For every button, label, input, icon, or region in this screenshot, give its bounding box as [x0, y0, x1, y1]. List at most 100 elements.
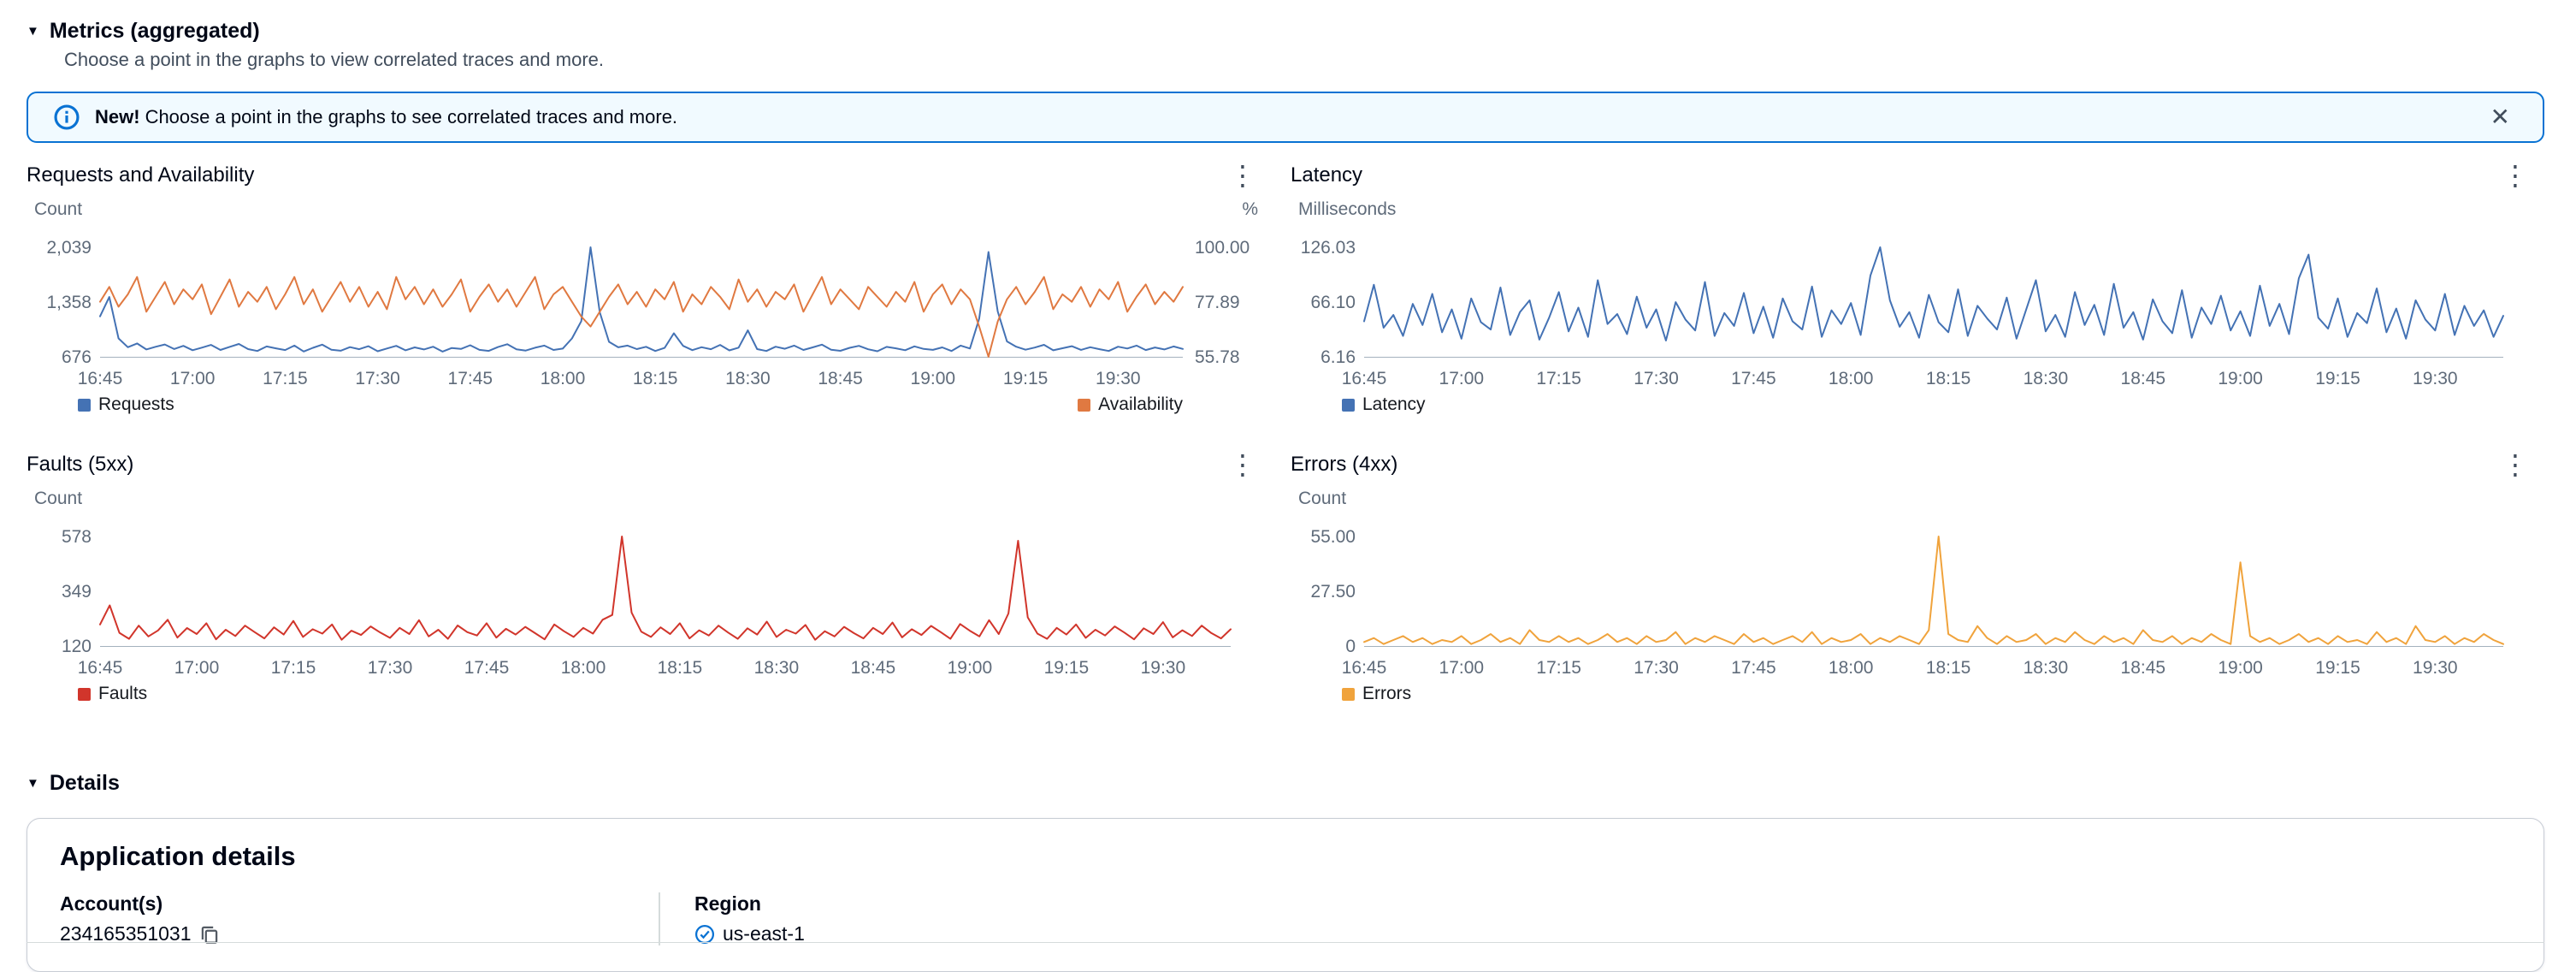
banner-text-bold: New! [95, 106, 140, 127]
legend-item-errors[interactable]: Errors [1342, 684, 1411, 704]
check-circle-icon [694, 924, 715, 945]
svg-text:18:15: 18:15 [1926, 369, 1971, 388]
svg-text:18:00: 18:00 [561, 658, 606, 678]
svg-text:120: 120 [62, 637, 92, 656]
copy-icon[interactable] [199, 924, 220, 945]
legend-label-requests: Requests [98, 394, 174, 415]
kebab-menu-icon[interactable]: ⋮ [2493, 162, 2538, 189]
svg-text:55.00: 55.00 [1310, 527, 1356, 547]
svg-text:676: 676 [62, 347, 92, 367]
account-label: Account(s) [60, 892, 659, 916]
svg-text:18:30: 18:30 [2024, 658, 2069, 678]
kebab-menu-icon[interactable]: ⋮ [1220, 162, 1265, 189]
svg-text:27.50: 27.50 [1310, 582, 1356, 602]
chart-card-latency: Latency ⋮ Milliseconds 126.0366.106.1616… [1291, 160, 2538, 415]
kebab-menu-icon[interactable]: ⋮ [1220, 451, 1265, 478]
legend-swatch-errors [1342, 688, 1355, 701]
svg-text:18:45: 18:45 [851, 658, 896, 678]
legend-swatch-faults [78, 688, 91, 701]
svg-text:18:15: 18:15 [658, 658, 703, 678]
metrics-section-title: Metrics (aggregated) [50, 19, 260, 44]
legend-label-availability: Availability [1098, 394, 1183, 415]
svg-text:126.03: 126.03 [1301, 238, 1356, 258]
svg-text:17:15: 17:15 [1536, 369, 1581, 388]
svg-text:17:45: 17:45 [464, 658, 510, 678]
metrics-section-expander[interactable]: ▼ Metrics (aggregated) [27, 19, 260, 44]
errors-chart[interactable]: 55.0027.50016:4517:0017:1517:3017:4518:0… [1291, 511, 2538, 682]
svg-text:16:45: 16:45 [78, 658, 123, 678]
faults-chart[interactable]: 57834912016:4517:0017:1517:3017:4518:001… [27, 511, 1265, 682]
svg-text:16:45: 16:45 [1342, 369, 1387, 388]
legend-item-latency[interactable]: Latency [1342, 394, 1426, 415]
svg-text:17:30: 17:30 [355, 369, 400, 388]
details-section-expander[interactable]: ▼ Details [27, 771, 120, 796]
charts-grid: Requests and Availability ⋮ Count % 2,03… [27, 160, 2544, 704]
region-label: Region [694, 892, 805, 916]
svg-text:2,039: 2,039 [46, 238, 92, 258]
svg-text:17:15: 17:15 [271, 658, 316, 678]
y-axis-unit-left: Count [34, 199, 82, 222]
svg-text:17:30: 17:30 [1634, 369, 1679, 388]
application-details-title: Application details [60, 841, 2511, 872]
svg-text:19:15: 19:15 [1044, 658, 1090, 678]
svg-text:18:30: 18:30 [725, 369, 771, 388]
info-icon [54, 104, 80, 130]
kebab-menu-icon[interactable]: ⋮ [2493, 451, 2538, 478]
svg-text:17:00: 17:00 [1439, 369, 1485, 388]
close-icon[interactable]: ✕ [2484, 102, 2517, 133]
chart-card-faults: Faults (5xx) ⋮ Count 57834912016:4517:00… [27, 449, 1265, 704]
svg-text:19:00: 19:00 [948, 658, 993, 678]
svg-text:17:30: 17:30 [1634, 658, 1679, 678]
info-banner: New!Choose a point in the graphs to see … [27, 92, 2544, 143]
chart-title-requests-availability: Requests and Availability [27, 163, 254, 187]
legend-swatch-latency [1342, 399, 1355, 412]
svg-text:77.89: 77.89 [1195, 293, 1240, 312]
svg-text:19:00: 19:00 [911, 369, 956, 388]
latency-chart[interactable]: 126.0366.106.1616:4517:0017:1517:3017:45… [1291, 222, 2538, 393]
svg-text:18:45: 18:45 [2121, 658, 2166, 678]
svg-text:18:30: 18:30 [2024, 369, 2069, 388]
svg-text:18:30: 18:30 [754, 658, 800, 678]
legend-swatch-requests [78, 399, 91, 412]
application-details-card: Application details Account(s) 234165351… [27, 818, 2544, 972]
y-axis-unit-left: Milliseconds [1298, 199, 1396, 222]
svg-text:17:00: 17:00 [1439, 658, 1485, 678]
legend-item-requests[interactable]: Requests [78, 394, 174, 415]
svg-text:16:45: 16:45 [1342, 658, 1387, 678]
svg-text:17:30: 17:30 [368, 658, 413, 678]
legend-label-errors: Errors [1362, 684, 1411, 704]
svg-text:19:30: 19:30 [1141, 658, 1186, 678]
requests-availability-chart[interactable]: 2,0391,358676100.0077.8955.7816:4517:001… [27, 222, 1265, 393]
legend-label-latency: Latency [1362, 394, 1426, 415]
details-section-title: Details [50, 771, 120, 796]
svg-text:19:30: 19:30 [2413, 369, 2458, 388]
svg-text:55.78: 55.78 [1195, 347, 1240, 367]
svg-text:17:00: 17:00 [174, 658, 220, 678]
caret-down-icon: ▼ [27, 25, 39, 38]
svg-text:19:15: 19:15 [2315, 369, 2360, 388]
svg-text:18:15: 18:15 [633, 369, 678, 388]
svg-text:19:30: 19:30 [1096, 369, 1141, 388]
banner-text: New!Choose a point in the graphs to see … [95, 106, 677, 128]
banner-text-rest: Choose a point in the graphs to see corr… [145, 106, 677, 127]
svg-text:19:00: 19:00 [2218, 369, 2263, 388]
svg-text:1,358: 1,358 [46, 293, 92, 312]
legend-item-faults[interactable]: Faults [78, 684, 147, 704]
next-section-divider [27, 942, 2544, 943]
metrics-section-subtitle: Choose a point in the graphs to view cor… [64, 49, 2544, 71]
chart-title-faults: Faults (5xx) [27, 453, 133, 477]
region-field: Region us-east-1 [660, 892, 805, 945]
chart-title-latency: Latency [1291, 163, 1362, 187]
svg-text:19:00: 19:00 [2218, 658, 2263, 678]
svg-text:18:00: 18:00 [1829, 658, 1874, 678]
svg-text:19:30: 19:30 [2413, 658, 2458, 678]
svg-text:0: 0 [1345, 637, 1356, 656]
svg-text:17:45: 17:45 [448, 369, 493, 388]
svg-text:19:15: 19:15 [2315, 658, 2360, 678]
svg-text:18:00: 18:00 [1829, 369, 1874, 388]
caret-down-icon: ▼ [27, 777, 39, 790]
svg-text:17:00: 17:00 [170, 369, 216, 388]
svg-text:17:15: 17:15 [263, 369, 308, 388]
legend-item-availability[interactable]: Availability [1078, 394, 1183, 415]
svg-text:17:45: 17:45 [1731, 369, 1776, 388]
